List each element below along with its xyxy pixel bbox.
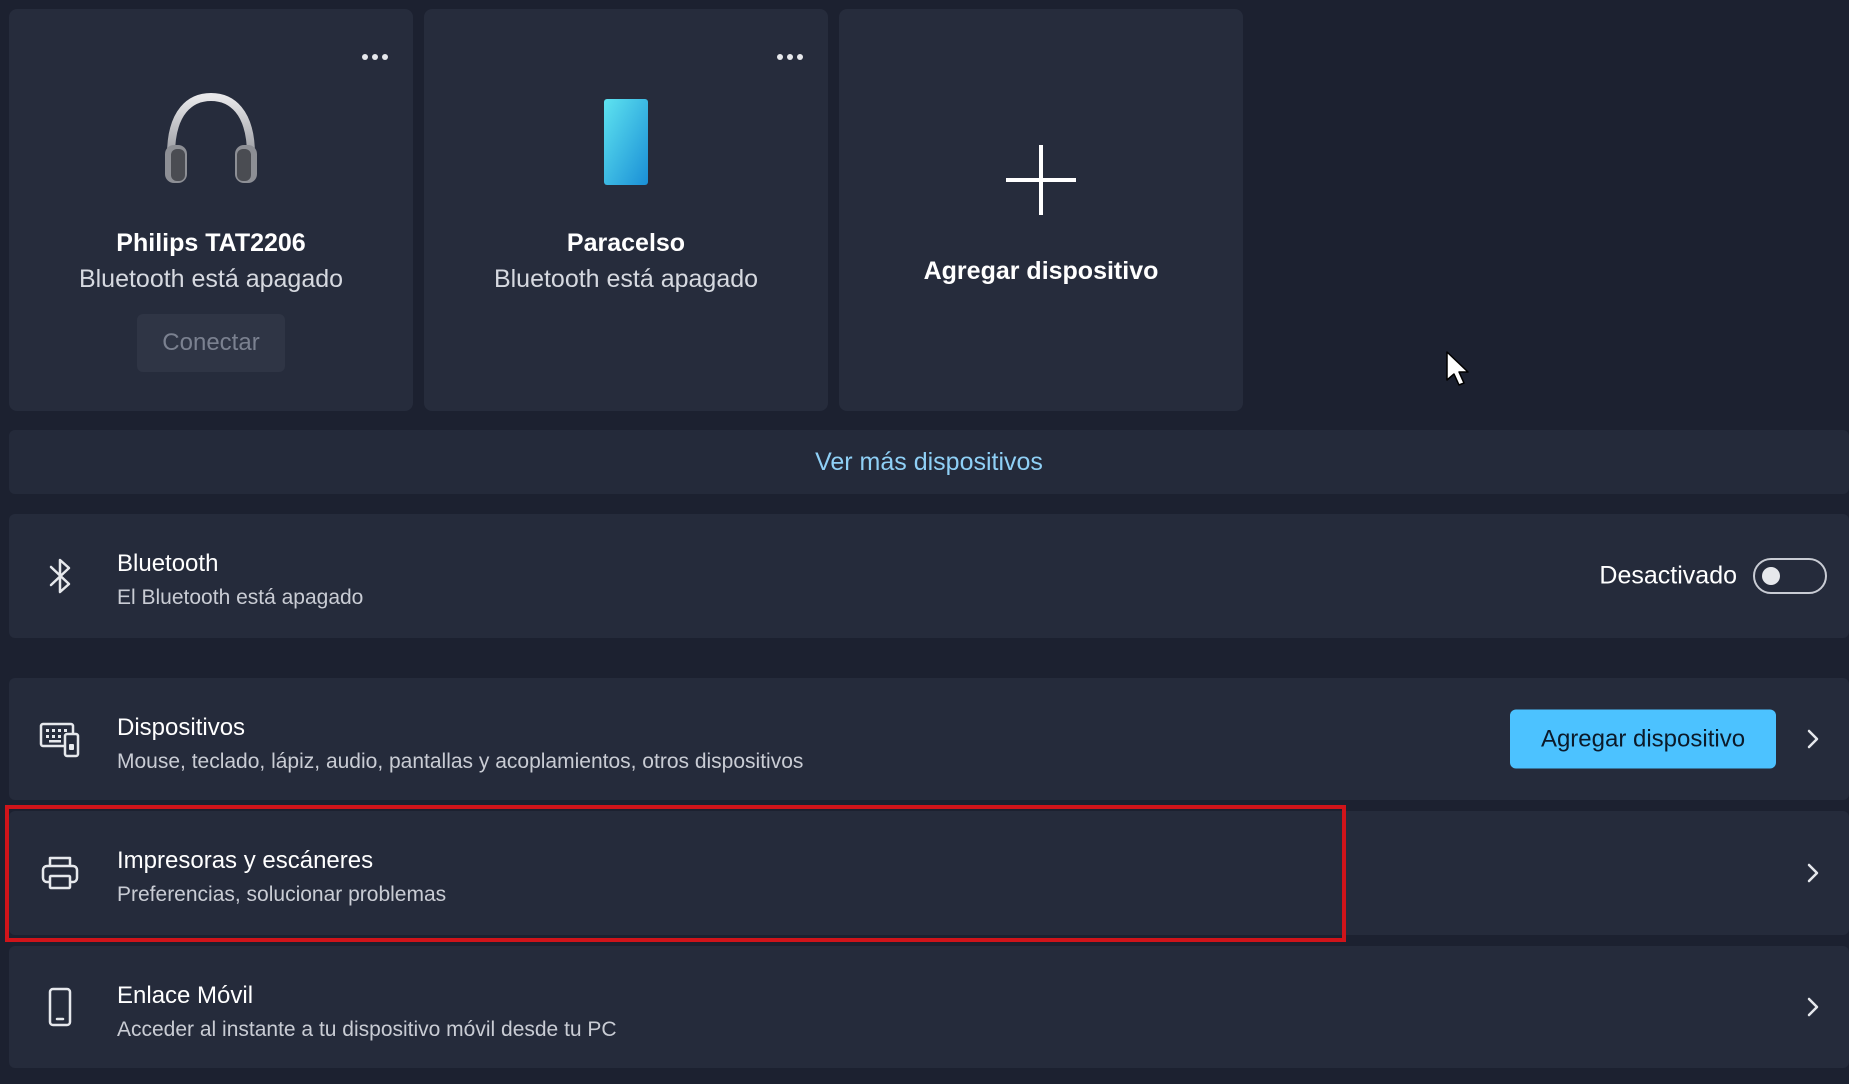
chevron-right-icon — [1801, 727, 1825, 751]
devices-title: Dispositivos — [117, 714, 246, 741]
more-devices-link[interactable]: Ver más dispositivos — [815, 448, 1043, 477]
printers-subtitle: Preferencias, solucionar problemas — [117, 883, 447, 906]
mobile-icon — [39, 986, 81, 1028]
chevron-right-icon — [1801, 861, 1825, 885]
bluetooth-row: Bluetooth El Bluetooth está apagado Desa… — [9, 514, 1849, 638]
mobile-link-subtitle: Acceder al instante a tu dispositivo móv… — [117, 1018, 617, 1041]
connect-button[interactable]: Conectar — [137, 314, 285, 372]
settings-row-devices[interactable]: Dispositivos Mouse, teclado, lápiz, audi… — [9, 678, 1849, 800]
add-device-button[interactable]: Agregar dispositivo — [1510, 709, 1776, 769]
device-status: Bluetooth está apagado — [493, 265, 759, 293]
toggle-knob — [1762, 567, 1780, 585]
settings-row-printers[interactable]: Impresoras y escáneres Preferencias, sol… — [9, 811, 1849, 935]
headphones-icon — [165, 92, 257, 183]
more-options-button[interactable] — [772, 45, 808, 69]
device-status: Bluetooth está apagado — [78, 265, 344, 293]
more-icon — [362, 54, 388, 60]
printer-icon — [39, 852, 81, 894]
settings-row-mobile-link[interactable]: Enlace Móvil Acceder al instante a tu di… — [9, 946, 1849, 1068]
devices-subtitle: Mouse, teclado, lápiz, audio, pantallas … — [117, 750, 804, 773]
device-name: Paracelso — [566, 229, 686, 257]
bluetooth-subtitle: El Bluetooth está apagado — [117, 586, 364, 609]
device-card-paracelso[interactable]: Paracelso Bluetooth está apagado — [424, 9, 828, 411]
bluetooth-toggle[interactable] — [1753, 558, 1827, 594]
bluetooth-toggle-label: Desactivado — [1599, 561, 1737, 590]
bluetooth-icon — [39, 555, 81, 597]
more-options-button[interactable] — [357, 45, 393, 69]
more-icon — [777, 54, 803, 60]
chevron-right-icon — [1801, 995, 1825, 1019]
plus-icon — [1006, 145, 1076, 215]
more-devices-bar: Ver más dispositivos — [9, 430, 1849, 494]
add-device-card[interactable]: Agregar dispositivo — [839, 9, 1243, 411]
mouse-cursor-icon — [1446, 351, 1469, 386]
keyboard-device-icon — [39, 718, 81, 760]
bluetooth-title: Bluetooth — [117, 550, 219, 577]
device-card-philips[interactable]: Philips TAT2206 Bluetooth está apagado C… — [9, 9, 413, 411]
printers-title: Impresoras y escáneres — [117, 847, 374, 874]
phone-icon — [604, 99, 648, 185]
mobile-link-title: Enlace Móvil — [117, 982, 254, 1009]
add-device-label: Agregar dispositivo — [923, 257, 1159, 285]
device-name: Philips TAT2206 — [116, 229, 306, 257]
